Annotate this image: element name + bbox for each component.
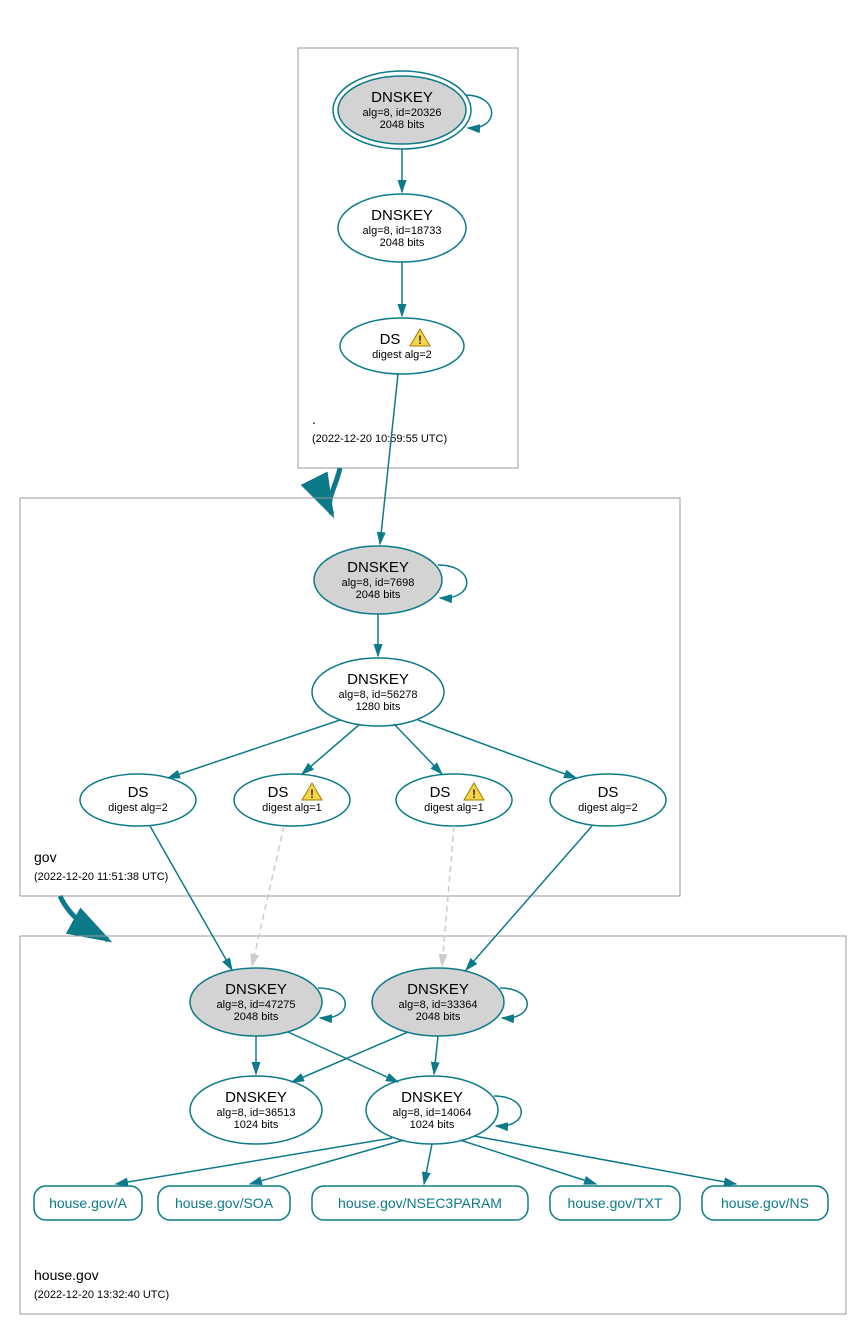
svg-text:house.gov/NS: house.gov/NS <box>721 1195 809 1211</box>
zone-gov-label: gov <box>34 849 57 865</box>
node-gov-zsk: DNSKEY alg=8, id=56278 1280 bits <box>312 658 444 726</box>
edge-zsk2-ns <box>474 1136 736 1184</box>
svg-text:house.gov/A: house.gov/A <box>49 1195 127 1211</box>
svg-text:DS: DS <box>430 784 451 801</box>
svg-text:alg=8, id=36513: alg=8, id=36513 <box>217 1107 296 1119</box>
svg-text:2048 bits: 2048 bits <box>416 1011 461 1023</box>
svg-text:2048 bits: 2048 bits <box>380 237 425 249</box>
edge-hksk2-hzsk1 <box>292 1032 408 1082</box>
svg-text:DNSKEY: DNSKEY <box>371 89 433 106</box>
edge-hksk2-hzsk2 <box>434 1036 438 1074</box>
svg-text:DS: DS <box>268 784 289 801</box>
svg-text:house.gov/NSEC3PARAM: house.gov/NSEC3PARAM <box>338 1195 502 1211</box>
zone-root-timestamp: (2022-12-20 10:59:55 UTC) <box>312 433 447 445</box>
zone-house-timestamp: (2022-12-20 13:32:40 UTC) <box>34 1289 169 1301</box>
svg-text:house.gov/TXT: house.gov/TXT <box>568 1195 663 1211</box>
svg-text:digest alg=2: digest alg=2 <box>108 802 168 814</box>
svg-text:digest alg=2: digest alg=2 <box>372 349 432 361</box>
zone-arrow-gov-house <box>60 896 108 940</box>
node-house-zsk2: DNSKEY alg=8, id=14064 1024 bits <box>366 1076 498 1144</box>
svg-text:DNSKEY: DNSKEY <box>347 559 409 576</box>
edge-govzsk-ds1 <box>168 720 340 778</box>
svg-text:alg=8, id=7698: alg=8, id=7698 <box>342 577 415 589</box>
node-gov-ds4: DS digest alg=2 <box>550 774 666 826</box>
svg-text:alg=8, id=14064: alg=8, id=14064 <box>393 1107 472 1119</box>
node-gov-ds2: DS digest alg=1 <box>234 774 350 826</box>
edge-govzsk-ds4 <box>418 720 576 778</box>
svg-text:alg=8, id=33364: alg=8, id=33364 <box>399 999 478 1011</box>
svg-text:DS: DS <box>598 784 619 801</box>
svg-text:DNSKEY: DNSKEY <box>225 981 287 998</box>
svg-text:digest alg=2: digest alg=2 <box>578 802 638 814</box>
edge-zsk2-a <box>116 1138 392 1184</box>
svg-text:alg=8, id=47275: alg=8, id=47275 <box>217 999 296 1011</box>
svg-text:digest alg=1: digest alg=1 <box>424 802 484 814</box>
node-house-ksk1: DNSKEY alg=8, id=47275 2048 bits <box>190 968 322 1036</box>
zone-arrow-root-gov <box>330 468 340 514</box>
svg-text:alg=8, id=18733: alg=8, id=18733 <box>363 225 442 237</box>
svg-text:alg=8, id=20326: alg=8, id=20326 <box>363 107 442 119</box>
edge-rootds-govksk <box>380 374 398 544</box>
zone-house-label: house.gov <box>34 1267 99 1283</box>
edge-govzsk-ds2 <box>302 724 360 774</box>
zone-root-label: . <box>312 411 316 427</box>
node-gov-ksk: DNSKEY alg=8, id=7698 2048 bits <box>314 546 442 614</box>
svg-text:2048 bits: 2048 bits <box>234 1011 279 1023</box>
svg-text:2048 bits: 2048 bits <box>356 589 401 601</box>
edge-ds1-hksk1 <box>150 826 232 970</box>
node-root-zsk: DNSKEY alg=8, id=18733 2048 bits <box>338 194 466 262</box>
node-house-zsk1: DNSKEY alg=8, id=36513 1024 bits <box>190 1076 322 1144</box>
node-house-ksk2: DNSKEY alg=8, id=33364 2048 bits <box>372 968 504 1036</box>
svg-text:digest alg=1: digest alg=1 <box>262 802 322 814</box>
node-gov-ds1: DS digest alg=2 <box>80 774 196 826</box>
node-gov-ds3: DS digest alg=1 <box>396 774 512 826</box>
svg-text:1024 bits: 1024 bits <box>234 1119 279 1131</box>
node-root-ds: DS digest alg=2 <box>340 318 464 374</box>
svg-text:DS: DS <box>128 784 149 801</box>
svg-text:1280 bits: 1280 bits <box>356 701 401 713</box>
svg-text:DNSKEY: DNSKEY <box>347 671 409 688</box>
edge-zsk2-soa <box>250 1140 404 1184</box>
svg-text:DNSKEY: DNSKEY <box>401 1089 463 1106</box>
svg-text:2048 bits: 2048 bits <box>380 119 425 131</box>
svg-text:DNSKEY: DNSKEY <box>371 207 433 224</box>
edge-govzsk-ds3 <box>394 724 442 774</box>
edge-ds4-hksk2 <box>466 826 592 970</box>
node-root-ksk: DNSKEY alg=8, id=20326 2048 bits <box>333 71 471 149</box>
svg-text:DNSKEY: DNSKEY <box>407 981 469 998</box>
zone-gov-timestamp: (2022-12-20 11:51:38 UTC) <box>34 871 168 883</box>
svg-text:1024 bits: 1024 bits <box>410 1119 455 1131</box>
svg-text:DNSKEY: DNSKEY <box>225 1089 287 1106</box>
svg-text:DS: DS <box>380 331 401 348</box>
edge-hksk1-hzsk2 <box>288 1032 398 1082</box>
svg-text:alg=8, id=56278: alg=8, id=56278 <box>339 689 418 701</box>
svg-text:house.gov/SOA: house.gov/SOA <box>175 1195 274 1211</box>
edge-zsk2-n3p <box>424 1144 432 1184</box>
